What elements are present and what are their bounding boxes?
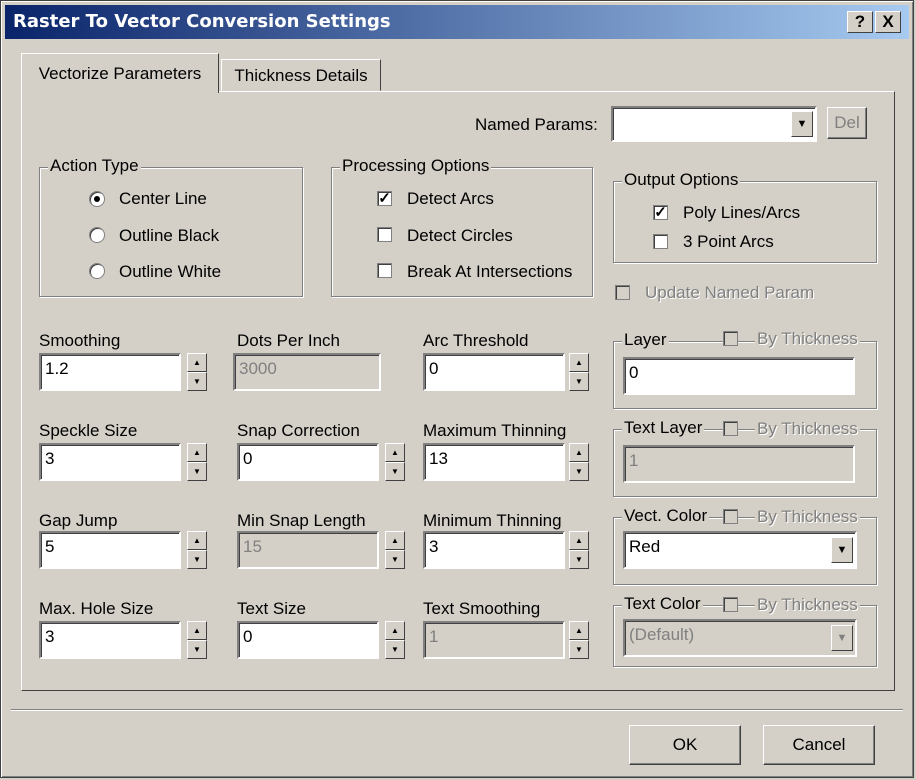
vect-color-by-thickness-checkbox[interactable] bbox=[723, 509, 738, 524]
detect-circles-checkbox[interactable] bbox=[377, 227, 392, 242]
named-params-label: Named Params: bbox=[475, 115, 598, 134]
text-smoothing-label: Text Smoothing bbox=[423, 599, 541, 618]
text-smoothing-input[interactable]: 1 bbox=[423, 621, 565, 659]
three-point-arcs-checkbox[interactable] bbox=[653, 234, 668, 249]
gap-jump-spinner[interactable]: ▲ ▼ bbox=[187, 531, 207, 569]
text-size-input[interactable]: 0 bbox=[237, 621, 379, 659]
radio-outline-white[interactable] bbox=[89, 263, 105, 279]
smoothing-spinner[interactable]: ▲ ▼ bbox=[187, 353, 207, 391]
text-layer-input[interactable]: 1 bbox=[623, 445, 855, 483]
outline-black-label[interactable]: Outline Black bbox=[119, 226, 219, 246]
vect-color-value: Red bbox=[629, 537, 661, 556]
dialog-window: Raster To Vector Conversion Settings ? X… bbox=[0, 0, 914, 778]
layer-input[interactable]: 0 bbox=[623, 357, 855, 395]
min-snap-length-input[interactable]: 15 bbox=[237, 531, 379, 569]
text-layer-by-thickness-label[interactable]: By Thickness bbox=[755, 419, 860, 439]
detect-arcs-label[interactable]: Detect Arcs bbox=[407, 189, 494, 209]
minimum-thinning-label: Minimum Thinning bbox=[423, 511, 562, 530]
layer-by-thickness-label[interactable]: By Thickness bbox=[755, 329, 860, 349]
output-options-label: Output Options bbox=[622, 170, 741, 190]
three-point-arcs-label[interactable]: 3 Point Arcs bbox=[683, 232, 774, 252]
poly-lines-arcs-checkbox[interactable]: ✓ bbox=[653, 205, 668, 220]
update-named-param-checkbox[interactable] bbox=[615, 285, 630, 300]
break-at-intersections-label[interactable]: Break At Intersections bbox=[407, 262, 572, 282]
min-snap-length-label: Min Snap Length bbox=[237, 511, 366, 530]
maximum-thinning-input[interactable]: 13 bbox=[423, 443, 565, 481]
named-params-dropdown-icon[interactable]: ▼ bbox=[791, 111, 813, 137]
footer-divider bbox=[11, 709, 903, 711]
help-button[interactable]: ? bbox=[847, 11, 873, 33]
text-size-spinner[interactable]: ▲ ▼ bbox=[385, 621, 405, 659]
named-params-combo[interactable] bbox=[611, 106, 817, 142]
speckle-size-label: Speckle Size bbox=[39, 421, 138, 440]
cancel-button[interactable]: Cancel bbox=[763, 725, 875, 765]
close-button[interactable]: X bbox=[875, 11, 901, 33]
vect-color-label: Vect. Color bbox=[622, 506, 710, 526]
maximum-thinning-spinner[interactable]: ▲ ▼ bbox=[569, 443, 589, 481]
ok-button[interactable]: OK bbox=[629, 725, 741, 765]
text-color-select[interactable]: (Default) bbox=[623, 619, 857, 657]
poly-lines-arcs-label[interactable]: Poly Lines/Arcs bbox=[683, 203, 800, 223]
snap-correction-label: Snap Correction bbox=[237, 421, 360, 440]
arc-threshold-label: Arc Threshold bbox=[423, 331, 529, 350]
speckle-size-input[interactable]: 3 bbox=[39, 443, 181, 481]
detect-circles-label[interactable]: Detect Circles bbox=[407, 226, 513, 246]
text-color-by-thickness-checkbox[interactable] bbox=[723, 597, 738, 612]
dpi-input[interactable]: 3000 bbox=[233, 353, 381, 391]
smoothing-input[interactable]: 1.2 bbox=[39, 353, 181, 391]
gap-jump-label: Gap Jump bbox=[39, 511, 118, 530]
arc-threshold-spinner[interactable]: ▲ ▼ bbox=[569, 353, 589, 391]
action-type-label: Action Type bbox=[48, 156, 141, 176]
del-button[interactable]: Del bbox=[827, 107, 867, 139]
vect-color-by-thickness-label[interactable]: By Thickness bbox=[755, 507, 860, 527]
text-color-dropdown-icon[interactable]: ▼ bbox=[831, 625, 853, 651]
text-color-by-thickness-label[interactable]: By Thickness bbox=[755, 595, 860, 615]
text-size-label: Text Size bbox=[237, 599, 306, 618]
processing-options-label: Processing Options bbox=[340, 156, 492, 176]
min-snap-length-spinner[interactable]: ▲ ▼ bbox=[385, 531, 405, 569]
text-layer-by-thickness-checkbox[interactable] bbox=[723, 421, 738, 436]
break-at-intersections-checkbox[interactable] bbox=[377, 263, 392, 278]
max-hole-size-spinner[interactable]: ▲ ▼ bbox=[187, 621, 207, 659]
layer-label: Layer bbox=[622, 330, 669, 350]
minimum-thinning-input[interactable]: 3 bbox=[423, 531, 565, 569]
dpi-label: Dots Per Inch bbox=[237, 331, 340, 350]
minimum-thinning-spinner[interactable]: ▲ ▼ bbox=[569, 531, 589, 569]
maximum-thinning-label: Maximum Thinning bbox=[423, 421, 567, 440]
arc-threshold-input[interactable]: 0 bbox=[423, 353, 565, 391]
radio-center-line[interactable] bbox=[89, 191, 105, 207]
smoothing-label: Smoothing bbox=[39, 331, 121, 350]
radio-outline-black[interactable] bbox=[89, 227, 105, 243]
snap-correction-input[interactable]: 0 bbox=[237, 443, 379, 481]
gap-jump-input[interactable]: 5 bbox=[39, 531, 181, 569]
text-color-value: (Default) bbox=[629, 625, 695, 644]
update-named-param-label[interactable]: Update Named Param bbox=[645, 283, 814, 303]
title-bar: Raster To Vector Conversion Settings ? X bbox=[5, 5, 909, 39]
text-color-label: Text Color bbox=[622, 594, 703, 614]
tab-thickness-details[interactable]: Thickness Details bbox=[221, 59, 381, 91]
center-line-label[interactable]: Center Line bbox=[119, 189, 207, 209]
dialog-title: Raster To Vector Conversion Settings bbox=[13, 11, 391, 32]
layer-by-thickness-checkbox[interactable] bbox=[723, 331, 738, 346]
vect-color-select[interactable]: Red bbox=[623, 531, 857, 569]
speckle-size-spinner[interactable]: ▲ ▼ bbox=[187, 443, 207, 481]
tab-vectorize-parameters[interactable]: Vectorize Parameters bbox=[21, 53, 219, 93]
max-hole-size-input[interactable]: 3 bbox=[39, 621, 181, 659]
snap-correction-spinner[interactable]: ▲ ▼ bbox=[385, 443, 405, 481]
detect-arcs-checkbox[interactable]: ✓ bbox=[377, 191, 392, 206]
text-smoothing-spinner[interactable]: ▲ ▼ bbox=[569, 621, 589, 659]
max-hole-size-label: Max. Hole Size bbox=[39, 599, 154, 618]
text-layer-label: Text Layer bbox=[622, 418, 705, 438]
outline-white-label[interactable]: Outline White bbox=[119, 262, 221, 282]
vect-color-dropdown-icon[interactable]: ▼ bbox=[831, 537, 853, 563]
